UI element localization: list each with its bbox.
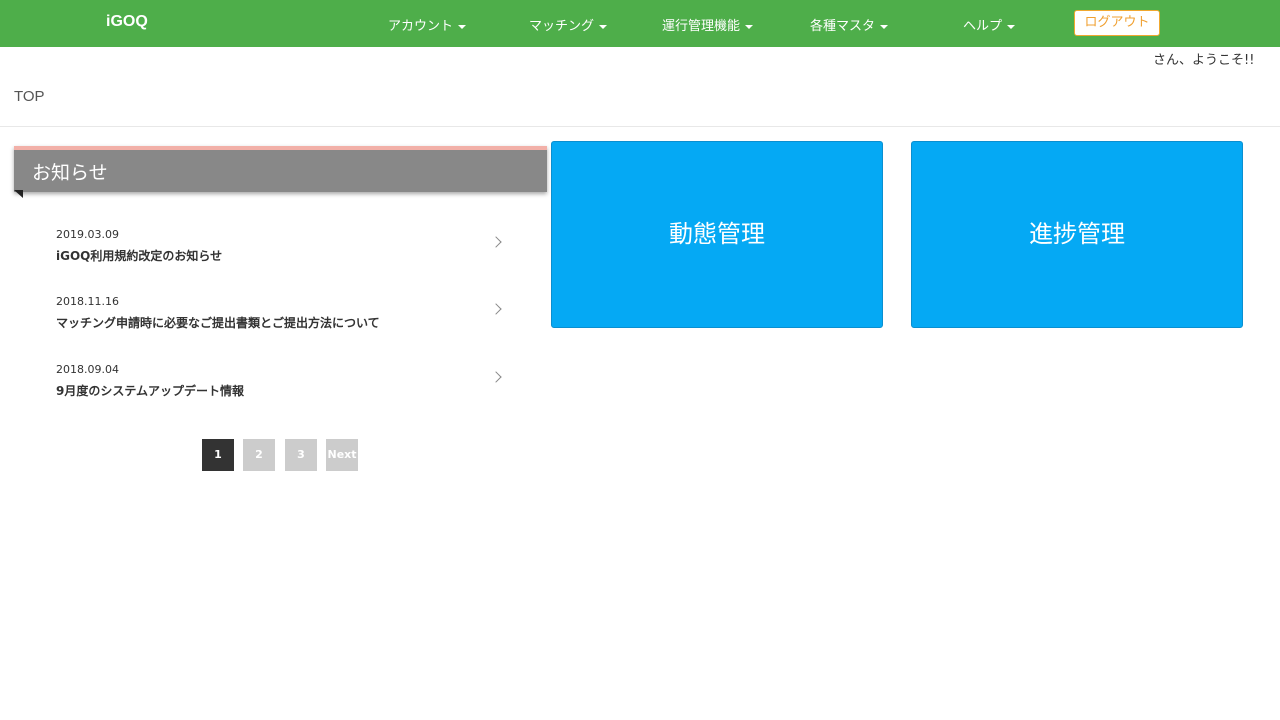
caret-down-icon [880,24,889,29]
page-button-1[interactable]: 1 [202,439,234,471]
news-date: 2018.11.16 [56,295,119,308]
nav-item-label: 各種マスタ [810,19,876,34]
tile-dynamic-management[interactable]: 動態管理 [551,141,883,328]
news-date: 2019.03.09 [56,228,119,241]
divider [0,126,1280,127]
ribbon-fold [14,190,23,198]
news-link-text: マッチング申請時に必要なご提出書類とご提出方法について [56,316,380,330]
logout-button[interactable]: ログアウト [1074,10,1160,36]
nav-item-label: 運行管理機能 [662,19,741,34]
page-next-button[interactable]: Next [326,439,358,471]
news-link-text: iGOQ利用規約改定のお知らせ [56,249,223,263]
top-navbar: iGOQ アカウント マッチング 運行管理機能 各種マスタ ヘルプ ログアウト [0,0,1280,47]
news-date: 2018.09.04 [56,363,119,376]
nav-item-label: ヘルプ [963,19,1003,34]
news-item[interactable]: 2018.11.16 マッチング申請時に必要なご提出書類とご提出方法について [56,295,506,335]
nav-item-help[interactable]: ヘルプ [963,15,1016,34]
nav-item-label: マッチング [529,19,595,34]
news-header: お知らせ [14,146,547,192]
caret-down-icon [745,24,754,29]
nav-item-master[interactable]: 各種マスタ [810,15,889,34]
news-item[interactable]: 2018.09.04 9月度のシステムアップデート情報 [56,363,506,403]
page-button-3[interactable]: 3 [285,439,317,471]
nav-item-label: アカウント [388,19,454,34]
chevron-right-icon [490,236,502,248]
news-link-text: 9月度のシステムアップデート情報 [56,384,244,398]
nav-item-matching[interactable]: マッチング [529,15,608,34]
nav-item-operation[interactable]: 運行管理機能 [662,15,754,34]
page-button-2[interactable]: 2 [243,439,275,471]
caret-down-icon [458,24,467,29]
welcome-message: さん、ようこそ!! [1153,53,1255,68]
news-item[interactable]: 2019.03.09 iGOQ利用規約改定のお知らせ [56,228,506,268]
brand-logo[interactable]: iGOQ [106,13,148,31]
breadcrumb: TOP [14,88,45,105]
nav-item-account[interactable]: アカウント [388,15,467,34]
news-title: お知らせ [32,162,108,184]
caret-down-icon [1007,24,1016,29]
chevron-right-icon [490,303,502,315]
tile-progress-management[interactable]: 進捗管理 [911,141,1243,328]
caret-down-icon [599,24,608,29]
chevron-right-icon [490,371,502,383]
